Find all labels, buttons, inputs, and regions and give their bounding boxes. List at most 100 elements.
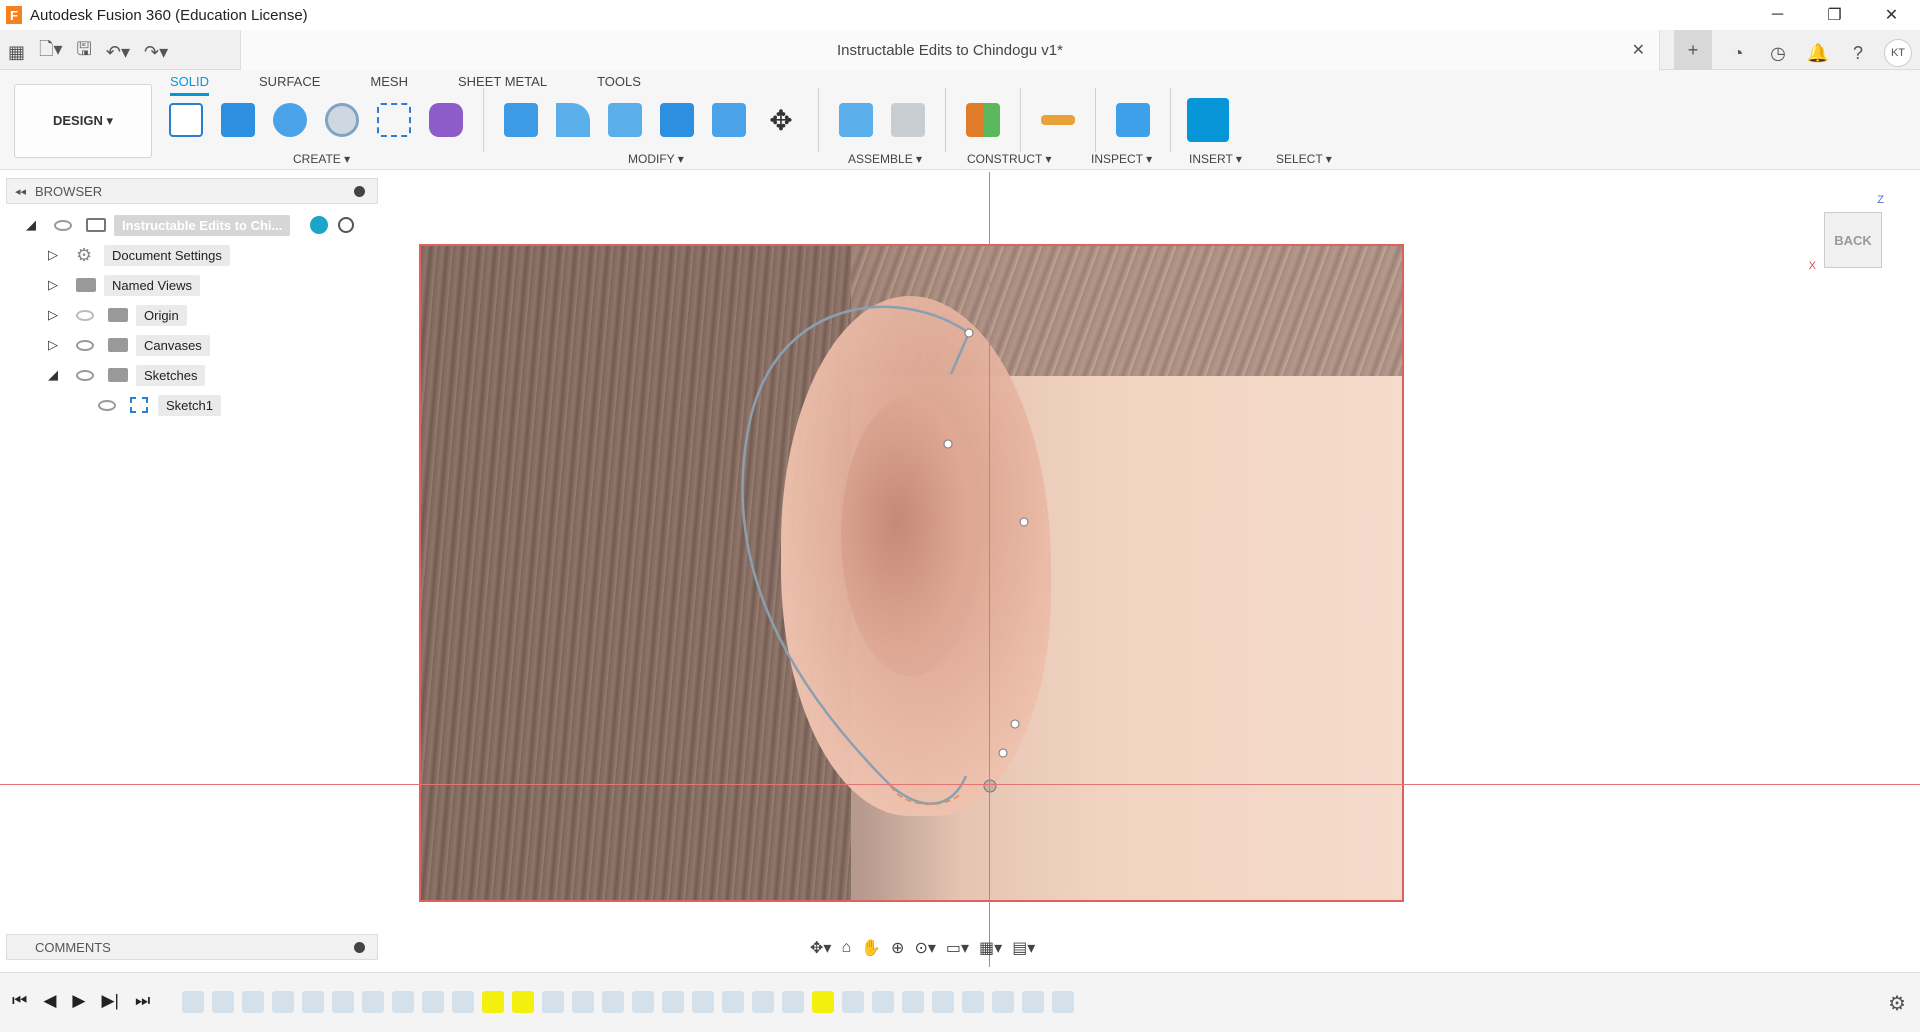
timeline-feature-icon[interactable] xyxy=(722,991,744,1013)
timeline-feature-icon[interactable] xyxy=(752,991,774,1013)
go-to-end-icon[interactable]: ⏭ xyxy=(135,991,150,1011)
collapse-arrow-icon[interactable]: ◢ xyxy=(26,217,36,233)
extensions-icon[interactable]: ◔ xyxy=(1724,39,1752,67)
notifications-icon[interactable]: 🔔 xyxy=(1804,39,1832,67)
timeline-feature-icon[interactable] xyxy=(242,991,264,1013)
timeline-feature-icon[interactable] xyxy=(542,991,564,1013)
sketch-line[interactable] xyxy=(949,332,971,375)
extrude-icon[interactable] xyxy=(217,99,259,141)
activate-radio-icon[interactable] xyxy=(338,217,354,233)
timeline-feature-icon[interactable] xyxy=(782,991,804,1013)
construct-menu[interactable]: CONSTRUCT ▾ xyxy=(967,152,1051,166)
timeline-feature-icon[interactable] xyxy=(842,991,864,1013)
new-component-icon[interactable] xyxy=(835,99,877,141)
eye-icon[interactable] xyxy=(76,339,94,351)
combine-icon[interactable] xyxy=(708,99,750,141)
user-avatar[interactable]: KT xyxy=(1884,39,1912,67)
assemble-menu[interactable]: ASSEMBLE ▾ xyxy=(848,152,922,166)
viewports-icon[interactable]: ▤▾ xyxy=(1012,938,1035,958)
timeline-feature-icon[interactable] xyxy=(272,991,294,1013)
create-sketch-icon[interactable] xyxy=(165,99,207,141)
browser-item-label[interactable]: Canvases xyxy=(136,334,210,356)
add-comment-icon[interactable] xyxy=(354,941,365,953)
expand-arrow-icon[interactable]: ▷ xyxy=(48,247,58,263)
document-tab[interactable]: Instructable Edits to Chindogu v1* ✕ xyxy=(240,30,1660,70)
timeline-feature-icon[interactable] xyxy=(872,991,894,1013)
play-icon[interactable]: ▶ xyxy=(72,991,85,1011)
tab-tools[interactable]: TOOLS xyxy=(597,74,641,96)
timeline-feature-icon[interactable] xyxy=(182,991,204,1013)
tab-sheet-metal[interactable]: SHEET METAL xyxy=(458,74,547,96)
sketch-point[interactable] xyxy=(943,439,953,449)
browser-item-sketches[interactable]: ◢ Sketches xyxy=(0,360,380,390)
sketch-point[interactable] xyxy=(964,328,974,338)
eye-icon[interactable] xyxy=(54,219,72,231)
timeline-feature-icon[interactable] xyxy=(572,991,594,1013)
eye-icon[interactable] xyxy=(98,399,116,411)
comments-panel-header[interactable]: COMMENTS xyxy=(6,934,378,960)
select-menu[interactable]: SELECT ▾ xyxy=(1276,152,1332,166)
browser-minimize-icon[interactable] xyxy=(354,185,365,197)
new-tab-icon[interactable]: + xyxy=(1674,30,1712,70)
step-forward-icon[interactable]: ▶| xyxy=(101,991,119,1011)
timeline-feature-icon[interactable] xyxy=(932,991,954,1013)
chamfer-icon[interactable] xyxy=(604,99,646,141)
shell-icon[interactable] xyxy=(656,99,698,141)
close-tab-icon[interactable]: ✕ xyxy=(1632,40,1645,60)
timeline-feature-icon[interactable] xyxy=(692,991,714,1013)
sketch-curve[interactable] xyxy=(741,305,970,805)
orbit-icon[interactable]: ✥▾ xyxy=(810,938,831,958)
save-icon[interactable]: 🖫 xyxy=(77,37,92,67)
browser-item-label[interactable]: Sketches xyxy=(136,364,206,386)
restore-button[interactable]: ❐ xyxy=(1806,0,1863,30)
expand-arrow-icon[interactable]: ▷ xyxy=(48,307,58,323)
file-menu-icon[interactable]: 🗋▾ xyxy=(39,37,63,67)
grid-settings-icon[interactable]: ▦▾ xyxy=(979,938,1002,958)
timeline-feature-icon[interactable] xyxy=(332,991,354,1013)
timeline-feature-highlighted-icon[interactable] xyxy=(812,991,834,1013)
create-menu[interactable]: CREATE ▾ xyxy=(293,152,350,166)
step-back-icon[interactable]: ◀ xyxy=(43,991,56,1011)
timeline-feature-icon[interactable] xyxy=(392,991,414,1013)
zoom-icon[interactable]: ⊕ xyxy=(891,938,904,958)
job-status-icon[interactable]: ◷ xyxy=(1764,39,1792,67)
timeline-settings-gear-icon[interactable]: ⚙ xyxy=(1888,991,1906,1016)
timeline-feature-highlighted-icon[interactable] xyxy=(482,991,504,1013)
timeline-feature-icon[interactable] xyxy=(992,991,1014,1013)
fit-icon[interactable]: ⊙▾ xyxy=(914,938,935,958)
timeline-feature-icon[interactable] xyxy=(1052,991,1074,1013)
select-icon[interactable] xyxy=(1187,98,1229,142)
browser-item-label[interactable]: Sketch1 xyxy=(158,394,221,416)
root-component-label[interactable]: Instructable Edits to Chi... xyxy=(114,214,291,236)
ear-canvas-image[interactable] xyxy=(419,244,1404,902)
sketch-point[interactable] xyxy=(998,748,1008,758)
workspace-switcher-button[interactable]: DESIGN ▾ xyxy=(14,84,152,158)
timeline-feature-icon[interactable] xyxy=(362,991,384,1013)
fillet-icon[interactable] xyxy=(552,99,594,141)
browser-item-canvases[interactable]: ▷ Canvases xyxy=(0,330,380,360)
timeline-feature-icon[interactable] xyxy=(962,991,984,1013)
eye-icon[interactable] xyxy=(76,369,94,381)
pan-icon[interactable]: ✋ xyxy=(861,938,881,958)
sketch-origin-point[interactable] xyxy=(983,779,997,793)
timeline-feature-icon[interactable] xyxy=(632,991,654,1013)
apps-grid-icon[interactable]: ▦ xyxy=(8,42,25,63)
redo-icon[interactable]: ↷▾ xyxy=(144,42,168,63)
revolve-icon[interactable] xyxy=(269,99,311,141)
eye-hidden-icon[interactable] xyxy=(76,309,94,321)
close-window-button[interactable]: ✕ xyxy=(1863,0,1920,30)
create-form-icon[interactable] xyxy=(425,99,467,141)
timeline-feature-highlighted-icon[interactable] xyxy=(512,991,534,1013)
timeline-feature-icon[interactable] xyxy=(602,991,624,1013)
tab-surface[interactable]: SURFACE xyxy=(259,74,320,96)
browser-item-sketch1[interactable]: Sketch1 xyxy=(0,390,380,420)
expand-arrow-icon[interactable]: ▷ xyxy=(48,277,58,293)
timeline-feature-icon[interactable] xyxy=(452,991,474,1013)
joint-icon[interactable] xyxy=(887,99,929,141)
browser-root-item[interactable]: ◢ Instructable Edits to Chi... xyxy=(0,210,380,240)
browser-panel-header[interactable]: ◂◂ BROWSER xyxy=(6,178,378,204)
link-badge-icon[interactable] xyxy=(310,216,328,234)
undo-icon[interactable]: ↶▾ xyxy=(106,42,130,63)
timeline-feature-icon[interactable] xyxy=(212,991,234,1013)
display-settings-icon[interactable]: ▭▾ xyxy=(946,938,969,958)
